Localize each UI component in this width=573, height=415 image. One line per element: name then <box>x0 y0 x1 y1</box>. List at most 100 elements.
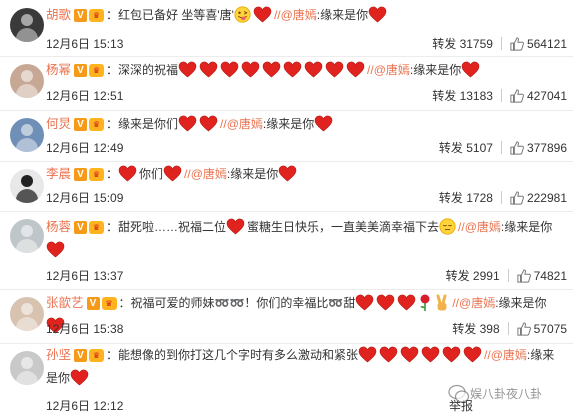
username[interactable]: 胡歌 <box>46 8 71 22</box>
heart-icon <box>461 61 480 78</box>
heart-icon <box>421 346 440 363</box>
heart-icon <box>346 61 365 78</box>
avatar[interactable] <box>10 169 44 203</box>
username[interactable]: 何炅 <box>46 117 71 131</box>
verified-icon: V <box>74 64 88 78</box>
username[interactable]: 张歆艺 <box>46 296 84 310</box>
mention-link[interactable]: //@唐嫣 <box>220 117 263 131</box>
avatar[interactable] <box>10 118 44 152</box>
comment-text-3: 是你 <box>46 371 71 385</box>
comment-item: 张歆艺 V ♛ ：祝福可爱的师妹➿➿！你们的幸福比➿甜 //@唐嫣:缘来是你 12月6日… <box>0 289 573 344</box>
comment-item: 何炅 V ♛ ：缘来是你们 //@唐嫣:缘来是你 12月6日 12:49 转发 5107… <box>0 110 573 162</box>
comment-text-2: :缘来是你 <box>409 63 462 77</box>
heart-icon <box>379 346 398 363</box>
heart-icon <box>400 346 419 363</box>
heart-icon <box>199 61 218 78</box>
rose-icon <box>420 294 430 311</box>
heart-icon <box>178 115 197 132</box>
heart-icon <box>118 165 137 182</box>
repost-button[interactable]: 转发 5107 <box>439 141 493 155</box>
comment-text-2: :缘来是你 <box>500 220 553 234</box>
comment-item: 李晨 V ♛： 你们 //@唐嫣:缘来是你 12月6日 15:09 转发 1728 222… <box>0 161 573 212</box>
mention-link[interactable]: //@唐嫣 <box>274 8 317 22</box>
like-button[interactable]: 57075 <box>517 322 567 336</box>
avatar[interactable] <box>10 8 44 42</box>
repost-button[interactable]: 转发 13183 <box>432 89 493 103</box>
thumbs-up-icon <box>510 89 524 103</box>
comment-text-b: 蜜糖生日快乐，一直美美滴幸福下去 <box>247 220 440 234</box>
comment-text: ：能想像的到你打这几个字时有多么激动和紧张 <box>106 348 359 362</box>
heart-icon <box>178 61 197 78</box>
username[interactable]: 李晨 <box>46 167 71 181</box>
thumbs-up-icon <box>510 141 524 155</box>
repost-button[interactable]: 转发 2991 <box>446 269 500 283</box>
timestamp: 12月6日 13:37 <box>46 269 124 283</box>
comment-text-b: 你们 <box>139 167 164 181</box>
heart-icon <box>226 218 245 235</box>
heart-icon <box>199 115 218 132</box>
sleepy-face-icon <box>439 218 456 235</box>
timestamp: 12月6日 12:51 <box>46 89 124 103</box>
comment-text: ：甜死啦……祝福二位 <box>106 220 227 234</box>
vip-icon: ♛ <box>89 9 105 23</box>
heart-icon <box>304 61 323 78</box>
thumbs-up-icon <box>517 269 531 283</box>
heart-icon <box>463 346 482 363</box>
vip-icon: ♛ <box>89 64 105 78</box>
mention-link[interactable]: //@唐嫣 <box>367 63 410 77</box>
avatar[interactable] <box>10 64 44 98</box>
heart-icon <box>325 61 344 78</box>
like-button[interactable]: 427041 <box>510 89 567 103</box>
avatar[interactable] <box>10 219 44 253</box>
username[interactable]: 杨蓉 <box>46 220 71 234</box>
like-button[interactable]: 74821 <box>517 269 567 283</box>
comment-text-2: :缘来是你 <box>226 167 279 181</box>
comment-actions: 转发 5107 377896 <box>439 139 567 156</box>
heart-icon <box>283 61 302 78</box>
verified-icon: V <box>74 221 88 235</box>
like-button[interactable]: 564121 <box>510 37 567 51</box>
mention-link[interactable]: //@唐嫣 <box>484 348 527 362</box>
comment-text: ： <box>106 167 119 181</box>
comment-text-2: :缘来 <box>526 348 555 362</box>
comment-text: ：祝福可爱的师妹➿➿！你们的幸福比➿甜 <box>118 296 356 310</box>
avatar[interactable] <box>10 351 44 385</box>
timestamp: 12月6日 15:13 <box>46 37 124 51</box>
like-button[interactable]: 377896 <box>510 141 567 155</box>
vip-icon: ♛ <box>89 349 105 363</box>
watermark: 娱八卦夜八卦 <box>448 384 573 410</box>
comment-actions: 转发 398 57075 <box>452 320 567 337</box>
username[interactable]: 杨幂 <box>46 63 71 77</box>
verified-icon: V <box>74 118 88 132</box>
thumbs-up-icon <box>510 191 524 205</box>
heart-icon <box>70 369 89 386</box>
comment-item: 胡歌 V ♛ ：红包已备好 坐等喜'唐'//@唐嫣:缘来是你 12月6日 15:13 … <box>0 0 573 57</box>
heart-icon <box>262 61 281 78</box>
timestamp: 12月6日 12:12 <box>46 399 124 413</box>
verified-icon: V <box>74 168 88 182</box>
verified-icon: V <box>74 349 88 363</box>
like-button[interactable]: 222981 <box>510 191 567 205</box>
comment-actions: 转发 31759 564121 <box>432 35 567 52</box>
timestamp: 12月6日 15:09 <box>46 191 124 205</box>
mention-link[interactable]: //@唐嫣 <box>458 220 501 234</box>
avatar[interactable] <box>10 297 44 331</box>
repost-button[interactable]: 转发 1728 <box>439 191 493 205</box>
mention-link[interactable]: //@唐嫣 <box>452 296 495 310</box>
username[interactable]: 孙坚 <box>46 348 71 362</box>
wechat-logo-icon <box>448 384 470 403</box>
comment-item: 杨蓉 V ♛ ：甜死啦……祝福二位 蜜糖生日快乐，一直美美滴幸福下去 //@唐嫣:缘来是你… <box>0 211 573 290</box>
heart-group <box>178 61 367 78</box>
comment-actions: 转发 1728 222981 <box>439 189 567 206</box>
heart-icon <box>356 294 374 311</box>
comment-text: ：缘来是你们 <box>106 117 179 131</box>
thumbs-up-icon <box>517 322 531 336</box>
repost-button[interactable]: 转发 398 <box>452 322 499 336</box>
verified-icon: V <box>86 297 100 311</box>
vip-icon: ♛ <box>89 221 105 235</box>
mention-link[interactable]: //@唐嫣 <box>184 167 227 181</box>
heart-icon <box>314 115 333 132</box>
comment-text-2: :缘来是你 <box>316 8 369 22</box>
repost-button[interactable]: 转发 31759 <box>432 37 493 51</box>
comment-text-2: :缘来是你 <box>495 296 547 310</box>
